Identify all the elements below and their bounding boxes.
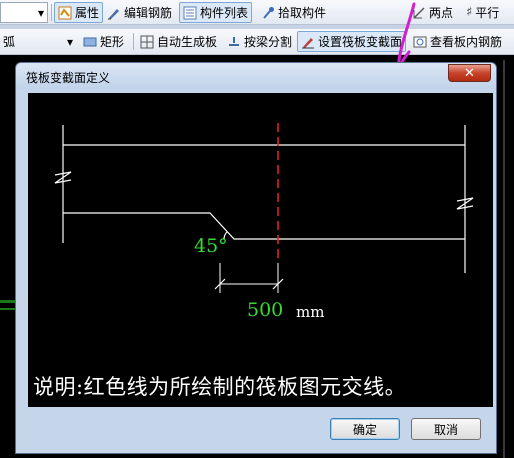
rectangle-icon: [83, 37, 97, 46]
pencil-icon: [108, 8, 119, 19]
chevron-down-icon: ▾: [37, 5, 44, 20]
parallel-label: 平行: [475, 6, 500, 20]
shape-combo[interactable]: 弧 ▾: [0, 31, 76, 52]
view-slab-rebar-label: 查看板内钢筋: [430, 35, 503, 49]
close-button[interactable]: ✕: [448, 64, 491, 82]
draw-toolbar: 弧 ▾ 矩形 自动生成板 按梁分割 设置筏板变截面 查看板内钢筋: [0, 29, 514, 55]
shape-combo-label: 弧: [3, 35, 16, 49]
background-drawing-fragment: [503, 60, 505, 458]
cancel-button[interactable]: 取消: [411, 418, 481, 440]
parallel-button[interactable]: ♯ 平行: [463, 2, 502, 23]
split-icon: [229, 36, 239, 46]
raft-section-dialog: 筏板变截面定义 ✕ 45° 500 mm 说明:红色线为所绘制的筏板图元交线。 …: [15, 62, 497, 454]
dimension-unit: mm: [296, 303, 325, 321]
rectangle-button[interactable]: 矩形: [80, 31, 127, 52]
angle-label: 45°: [194, 235, 228, 257]
auto-generate-slab-button[interactable]: 自动生成板: [137, 31, 220, 52]
background-drawing-fragment: [0, 300, 16, 303]
dimension-value: 500: [247, 299, 284, 321]
break-symbol-left: [54, 171, 72, 184]
two-points-label: 两点: [429, 6, 454, 20]
edit-rebar-button[interactable]: 编辑钢筋: [104, 2, 175, 23]
dialog-titlebar[interactable]: 筏板变截面定义 ✕: [16, 63, 496, 89]
split-by-beam-label: 按梁分割: [244, 35, 293, 49]
section-diagram: 45° 500 mm 说明:红色线为所绘制的筏板图元交线。: [28, 93, 493, 407]
pick-component-label: 拾取构件: [278, 6, 327, 20]
edit-rebar-label: 编辑钢筋: [124, 6, 173, 20]
close-icon: ✕: [464, 65, 475, 81]
properties-icon: [58, 6, 72, 19]
toolbar-combo[interactable]: ▾: [0, 2, 48, 23]
slab-step-outline: [63, 212, 465, 240]
chevron-down-icon: ▾: [66, 34, 73, 49]
pick-component-button[interactable]: 拾取构件: [258, 2, 329, 23]
list-icon: [183, 6, 197, 19]
ok-button[interactable]: 确定: [330, 418, 400, 440]
component-list-button[interactable]: 构件列表: [179, 2, 253, 23]
grid-icon: [140, 35, 154, 48]
raft-section-icon: [302, 37, 314, 48]
split-by-beam-button[interactable]: 按梁分割: [224, 31, 295, 52]
break-symbol-right: [456, 197, 474, 210]
section-drawing: [54, 123, 474, 293]
note-text: 说明:红色线为所绘制的筏板图元交线。: [33, 375, 407, 399]
view-slab-rebar-button[interactable]: 查看板内钢筋: [410, 31, 505, 52]
background-drawing-fragment: [0, 308, 16, 310]
toolbar-separator: [51, 4, 52, 21]
toolbar-separator: [133, 33, 134, 50]
component-list-label: 构件列表: [200, 6, 249, 20]
dialog-title: 筏板变截面定义: [26, 71, 111, 85]
properties-button[interactable]: 属性: [54, 2, 104, 23]
auto-generate-slab-label: 自动生成板: [157, 35, 218, 49]
rectangle-label: 矩形: [100, 35, 125, 49]
main-toolbar: ▾ 属性 编辑钢筋 构件列表 拾取构件 两点 ♯ 平行: [0, 0, 514, 25]
eyedropper-icon: [263, 6, 274, 19]
parallel-icon: ♯: [466, 5, 473, 20]
properties-label: 属性: [75, 6, 100, 20]
